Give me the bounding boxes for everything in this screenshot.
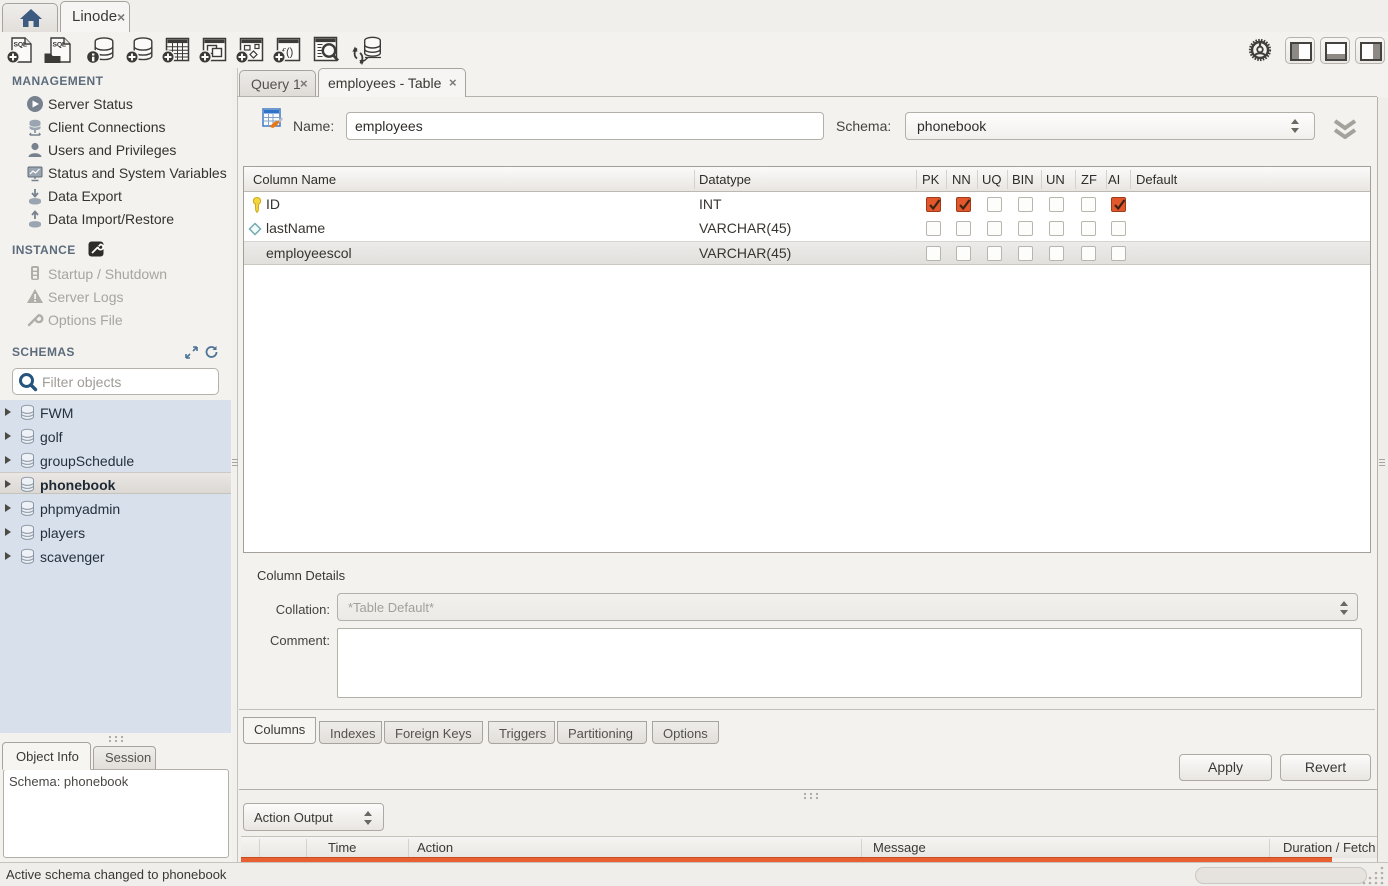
svg-text:SQL: SQL — [53, 42, 66, 49]
svg-text:(): () — [286, 47, 293, 59]
svg-text:SQL: SQL — [14, 42, 27, 49]
